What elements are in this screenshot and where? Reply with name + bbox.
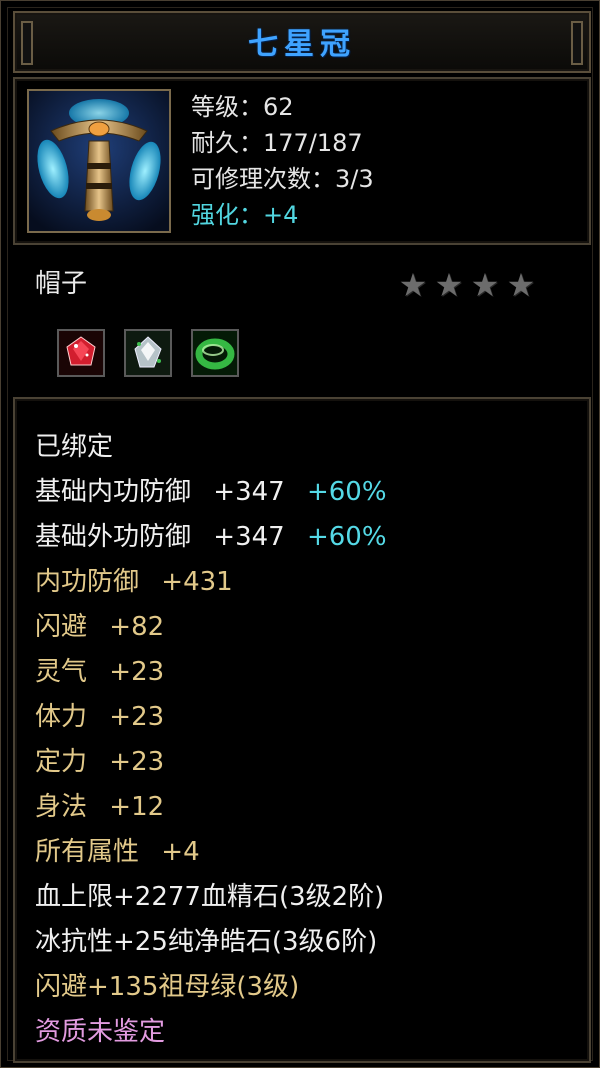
item-type: 帽子 [35,269,88,299]
enhance-text: 强化：+4 [191,201,299,229]
star-icon: ★ [398,266,428,304]
focus-row: 定力 +23 [35,740,387,785]
item-stats: 等级：62 耐久：177/187 可修理次数：3/3 强化：+4 [191,89,374,233]
attr-label: 灵气 [35,657,88,687]
durability-text: 耐久：177/187 [191,129,363,157]
attr-value: +82 [109,612,165,642]
gem-slots [57,329,253,377]
item-tooltip: 七星冠 等级：62 耐久：177/187 可修理次数：3/3 强化：+4 帽子 … [0,0,600,1068]
attr-bonus: +60% [306,477,387,507]
stamina-row: 体力 +23 [35,695,387,740]
attr-label: 闪避 [35,612,88,642]
repair-count-text: 可修理次数：3/3 [191,165,374,193]
attr-value: +23 [109,747,165,777]
item-name: 七星冠 [248,27,356,62]
dodge-row: 闪避 +82 [35,605,387,650]
attribute-panel: 已绑定 基础内功防御 +347 +60% 基础外功防御 +347 +60% 内功… [13,397,591,1063]
attr-value: +12 [109,792,165,822]
inner-def-base-row: 基础内功防御 +347 +60% [35,470,387,515]
green-ring-gem-icon[interactable] [191,329,240,377]
white-gem-icon[interactable] [124,329,173,377]
outer-def-base-row: 基础外功防御 +347 +60% [35,515,387,560]
attr-value: +23 [109,702,165,732]
attr-label: 内功防御 [35,567,140,597]
item-icon [27,89,171,233]
attr-value: +431 [161,567,233,597]
attr-label: 体力 [35,702,88,732]
star-icon: ★ [506,266,536,304]
attr-value: +4 [161,837,200,867]
spirit-row: 灵气 +23 [35,650,387,695]
title-bar: 七星冠 [13,11,591,73]
star-icon: ★ [434,266,464,304]
socket-2-row: 冰抗性+25纯净皓石(3级6阶) [35,927,378,957]
quality-status: 资质未鉴定 [35,1017,166,1047]
agility-row: 身法 +12 [35,785,387,830]
inner-def-row: 内功防御 +431 [35,560,387,605]
attr-label: 基础内功防御 [35,477,192,507]
star-rating: ★ ★ ★ ★ [395,267,539,303]
attr-label: 定力 [35,747,88,777]
attr-label: 所有属性 [35,837,140,867]
level-text: 等级：62 [191,93,294,121]
all-attr-row: 所有属性 +4 [35,830,387,875]
socket-1-row: 血上限+2277血精石(3级2阶) [35,882,385,912]
attr-value: +23 [109,657,165,687]
red-gem-icon[interactable] [57,329,105,377]
item-header: 等级：62 耐久：177/187 可修理次数：3/3 强化：+4 [13,77,591,245]
attr-label: 基础外功防御 [35,522,192,552]
attr-label: 身法 [35,792,88,822]
star-icon: ★ [470,266,500,304]
attr-value: +347 [213,477,285,507]
bound-status: 已绑定 [35,432,114,462]
attr-bonus: +60% [306,522,387,552]
helmet-icon [29,91,169,231]
attr-value: +347 [213,522,285,552]
socket-3-row: 闪避+135祖母绿(3级) [35,972,300,1002]
